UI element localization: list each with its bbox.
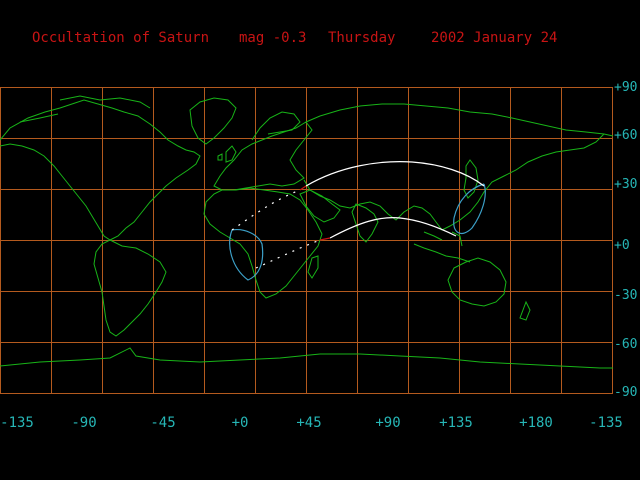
- japan-coast: [463, 159, 479, 199]
- greenland-coast: [189, 97, 237, 145]
- africa-coast: [203, 187, 323, 299]
- new-zealand-coast: [519, 300, 531, 321]
- lat-label-minus30: -30: [614, 288, 638, 303]
- lon-label-minus135: -135: [0, 415, 34, 431]
- australia-coast: [447, 257, 507, 307]
- north-america-coast: [0, 99, 201, 241]
- lon-label-minus45: -45: [150, 415, 176, 431]
- lon-label-plus180: +180: [519, 415, 553, 431]
- north-limit-line: [305, 161, 485, 187]
- lon-label-minus90: -90: [71, 415, 97, 431]
- indonesia-coast: [413, 231, 471, 263]
- lat-label-plus90: +90: [614, 80, 638, 95]
- lat-label-zero: +0: [614, 238, 630, 253]
- europe-coast: [213, 121, 313, 191]
- scandinavia-coast: [251, 111, 301, 141]
- british-isles: [217, 145, 237, 163]
- south-limit-twilight: [319, 237, 331, 241]
- lat-label-plus60: +60: [614, 128, 638, 143]
- lon-label-plus90: +90: [375, 415, 401, 431]
- lon-label-plus45: +45: [296, 415, 322, 431]
- madagascar-coast: [307, 255, 319, 279]
- graticule: [0, 87, 613, 394]
- lon-label-plus135: +135: [439, 415, 473, 431]
- lon-label-zero: +0: [231, 415, 249, 431]
- lon-label-minus135-wrap: -135: [589, 415, 623, 431]
- lat-label-minus90: -90: [614, 385, 638, 400]
- world-map: [0, 87, 614, 394]
- north-limit-daylight: [231, 189, 301, 231]
- path-twilight-segments: [299, 185, 331, 241]
- south-limit-line: [329, 217, 457, 239]
- east-visibility-limit: [453, 183, 486, 235]
- south-america-coast: [93, 239, 167, 337]
- west-visibility-limit: [229, 229, 264, 281]
- lat-label-minus60: -60: [614, 337, 638, 352]
- lat-label-plus30: +30: [614, 177, 638, 192]
- asia-coast: [303, 103, 614, 231]
